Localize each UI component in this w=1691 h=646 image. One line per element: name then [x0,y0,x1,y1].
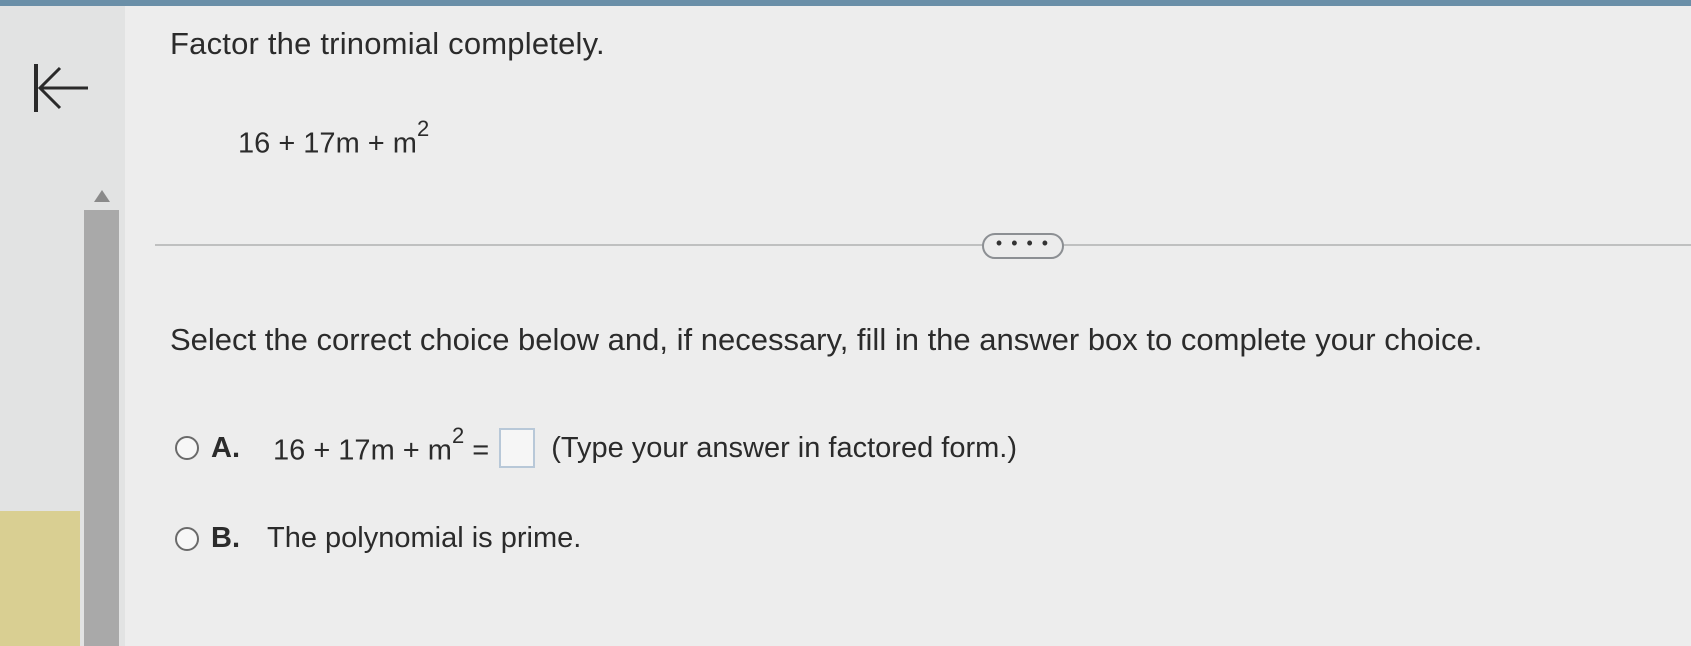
expression-exponent: 2 [416,116,430,141]
section-divider [155,244,1691,246]
option-b-letter: B. [211,522,240,554]
back-to-start-icon [34,64,88,112]
scroll-up-arrow-icon [94,190,110,202]
instruction-text: Select the correct choice below and, if … [170,322,1483,357]
equals-sign: = [472,434,490,467]
scroll-up-button[interactable] [92,188,112,204]
left-rail-highlight [0,511,80,646]
option-a-expression-base: 16 + 17m + m [273,434,452,467]
option-a-letter: A. [211,431,240,464]
answer-input-box[interactable] [499,428,536,468]
question-expression: 16 + 17m + m2 [238,116,429,161]
scrollbar[interactable] [84,210,119,646]
back-to-start-button[interactable] [30,58,90,118]
option-a-expression: 16 + 17m + m2 = [273,423,490,468]
option-b-text: The polynomial is prime. [267,522,582,554]
option-b[interactable]: B. The polynomial is prime. [175,522,581,555]
expand-more-button[interactable]: • • • • [982,233,1064,259]
option-b-radio[interactable] [175,526,199,551]
question-prompt: Factor the trinomial completely. [170,26,605,61]
expression-base: 16 + 17m + m [238,127,417,160]
option-a-expression-exponent: 2 [451,422,465,448]
option-a[interactable]: A. 16 + 17m + m2 = (Type your answer in … [175,423,1017,468]
option-a-radio[interactable] [175,436,199,460]
option-a-hint: (Type your answer in factored form.) [551,431,1017,464]
